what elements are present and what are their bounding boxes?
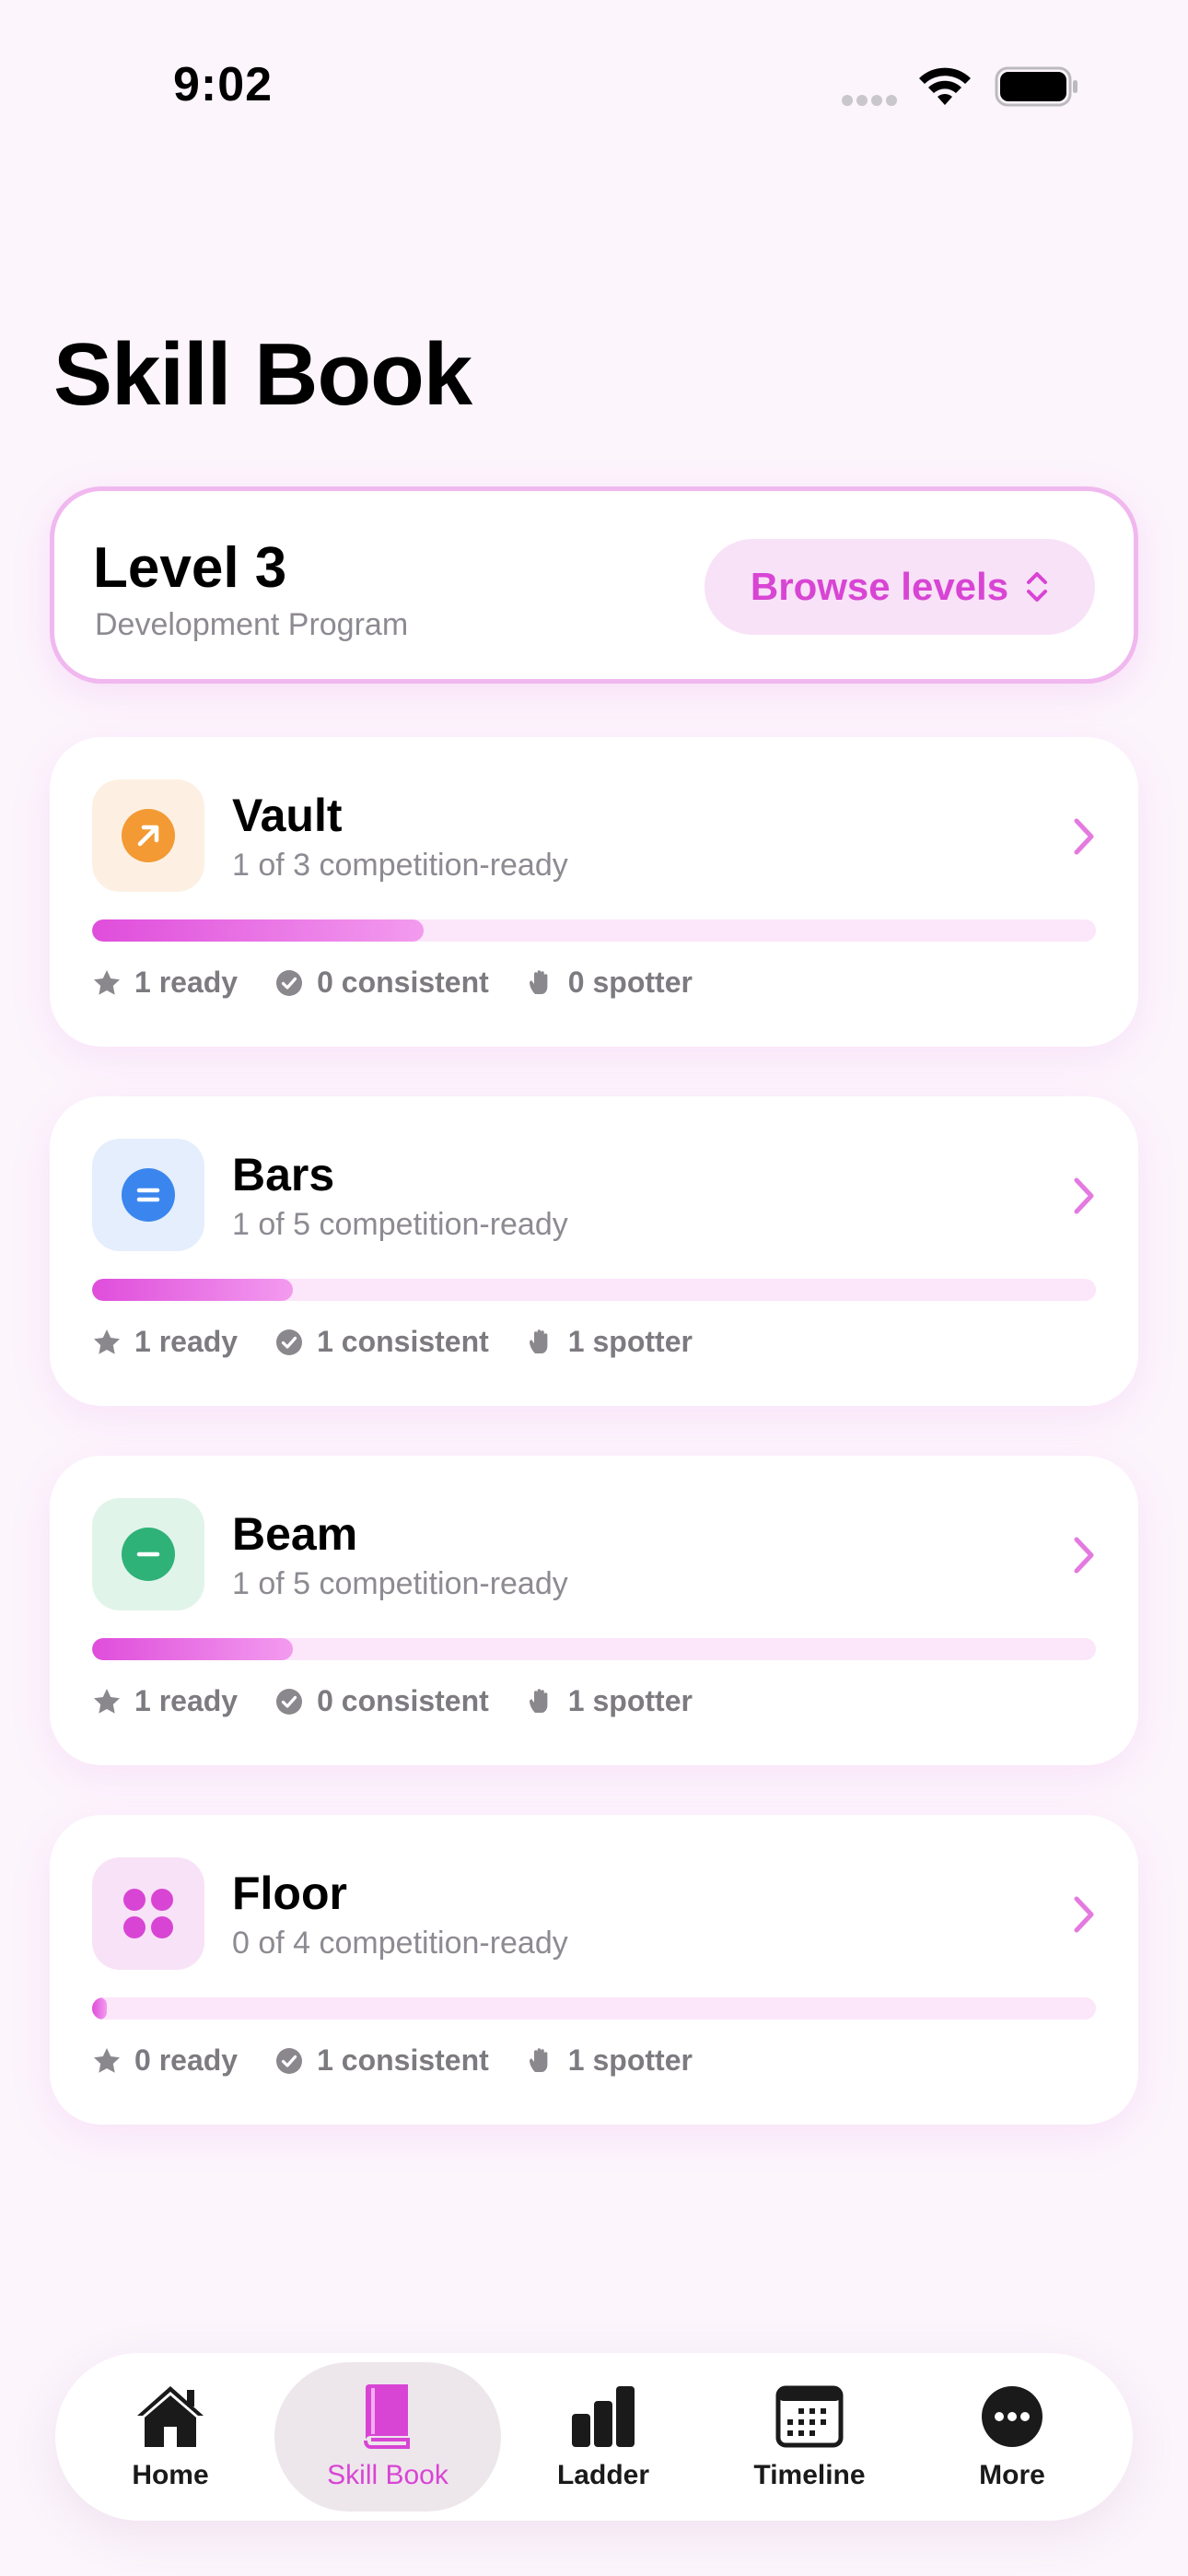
apparatus-subtitle: 1 of 5 competition-ready — [232, 1207, 568, 1242]
level-subtitle: Development Program — [95, 607, 409, 642]
apparatus-card-bars[interactable]: Bars 1 of 5 competition-ready 1 ready 1 … — [50, 1096, 1138, 1406]
cellular-signal-icon — [842, 94, 903, 107]
tab-label: Timeline — [753, 2460, 866, 2490]
progress-bar — [92, 1997, 1096, 2020]
bars-icon-tile — [92, 1139, 204, 1251]
chevron-right-icon — [1074, 818, 1094, 855]
consistent-count: 0 consistent — [317, 966, 489, 999]
star-icon — [94, 2047, 120, 2073]
battery-icon — [995, 66, 1077, 107]
tab-label: Home — [132, 2460, 209, 2490]
equals-icon — [122, 1168, 175, 1222]
progress-bar — [92, 919, 1096, 942]
apparatus-name: Beam — [232, 1508, 358, 1560]
star-icon — [94, 1329, 120, 1354]
ready-count: 1 ready — [134, 966, 239, 999]
bars-icon — [572, 2386, 635, 2447]
progress-fill — [92, 1279, 293, 1301]
checkmark-circle-icon — [276, 969, 303, 996]
star-icon — [94, 969, 120, 995]
book-icon — [364, 2384, 410, 2449]
consistent-count: 1 consistent — [317, 1325, 489, 1358]
status-time: 9:02 — [173, 58, 274, 111]
consistent-count: 0 consistent — [317, 1684, 489, 1717]
hand-icon — [529, 1329, 548, 1353]
spotter-count: 1 spotter — [567, 2043, 693, 2077]
progress-fill — [92, 1997, 108, 2020]
beam-icon-tile — [92, 1498, 204, 1610]
chevron-right-icon — [1074, 1177, 1094, 1214]
browse-levels-button[interactable]: Browse levels — [705, 539, 1095, 635]
chevron-right-icon — [1074, 1537, 1094, 1574]
consistent-count: 1 consistent — [317, 2043, 489, 2077]
apparatus-card-beam[interactable]: Beam 1 of 5 competition-ready 1 ready 0 … — [50, 1456, 1138, 1765]
house-icon — [137, 2386, 204, 2447]
apparatus-subtitle: 1 of 3 competition-ready — [232, 848, 568, 883]
spotter-count: 0 spotter — [567, 966, 693, 999]
tab-label: Skill Book — [327, 2460, 448, 2490]
browse-levels-label: Browse levels — [750, 565, 1009, 608]
stats-row: 1 ready 0 consistent 1 spotter — [92, 1684, 729, 1718]
chevron-right-icon — [1074, 1896, 1094, 1933]
star-icon — [94, 1688, 120, 1714]
stats-row: 1 ready 0 consistent 0 spotter — [92, 966, 729, 1000]
vault-icon-tile — [92, 779, 204, 892]
apparatus-name: Floor — [232, 1868, 347, 1919]
hand-icon — [529, 2047, 548, 2072]
progress-bar — [92, 1279, 1096, 1301]
calendar-icon — [775, 2385, 844, 2448]
ready-count: 0 ready — [134, 2043, 239, 2077]
minus-icon — [122, 1528, 175, 1581]
arrow-up-right-icon — [122, 809, 175, 862]
more-icon — [982, 2386, 1042, 2447]
tab-ladder[interactable]: Ladder — [516, 2362, 691, 2512]
chevron-up-down-icon — [1027, 572, 1048, 602]
stats-row: 1 ready 1 consistent 1 spotter — [92, 1325, 729, 1359]
tab-label: Ladder — [556, 2460, 650, 2490]
ready-count: 1 ready — [134, 1325, 239, 1358]
spotter-count: 1 spotter — [567, 1684, 693, 1717]
page-title: Skill Book — [53, 325, 472, 424]
apparatus-subtitle: 0 of 4 competition-ready — [232, 1926, 568, 1961]
status-bar: 9:02 — [0, 0, 1188, 166]
apparatus-name: Vault — [232, 790, 343, 841]
wifi-icon — [919, 67, 971, 105]
tab-label: More — [979, 2460, 1045, 2490]
four-dots-icon — [123, 1889, 173, 1938]
checkmark-circle-icon — [276, 2047, 303, 2074]
tab-home[interactable]: Home — [83, 2362, 258, 2512]
tab-skill-book[interactable]: Skill Book — [274, 2362, 501, 2512]
floor-icon-tile — [92, 1857, 204, 1970]
apparatus-subtitle: 1 of 5 competition-ready — [232, 1566, 568, 1601]
level-card: Level 3 Development Program Browse level… — [50, 486, 1138, 684]
spotter-count: 1 spotter — [567, 1325, 693, 1358]
apparatus-name: Bars — [232, 1149, 335, 1200]
progress-fill — [92, 1638, 293, 1660]
stats-row: 0 ready 1 consistent 1 spotter — [92, 2043, 729, 2078]
tab-timeline[interactable]: Timeline — [713, 2362, 906, 2512]
ready-count: 1 ready — [134, 1684, 239, 1717]
hand-icon — [529, 1688, 548, 1713]
tab-bar: Home Skill Book Ladder Timeline More — [55, 2353, 1133, 2521]
progress-fill — [92, 919, 424, 942]
checkmark-circle-icon — [276, 1329, 303, 1355]
level-title: Level 3 — [93, 536, 287, 600]
apparatus-card-vault[interactable]: Vault 1 of 3 competition-ready 1 ready 0… — [50, 737, 1138, 1047]
apparatus-card-floor[interactable]: Floor 0 of 4 competition-ready 0 ready 1… — [50, 1815, 1138, 2125]
progress-bar — [92, 1638, 1096, 1660]
tab-more[interactable]: More — [925, 2362, 1100, 2512]
checkmark-circle-icon — [276, 1688, 303, 1715]
hand-icon — [529, 969, 548, 994]
